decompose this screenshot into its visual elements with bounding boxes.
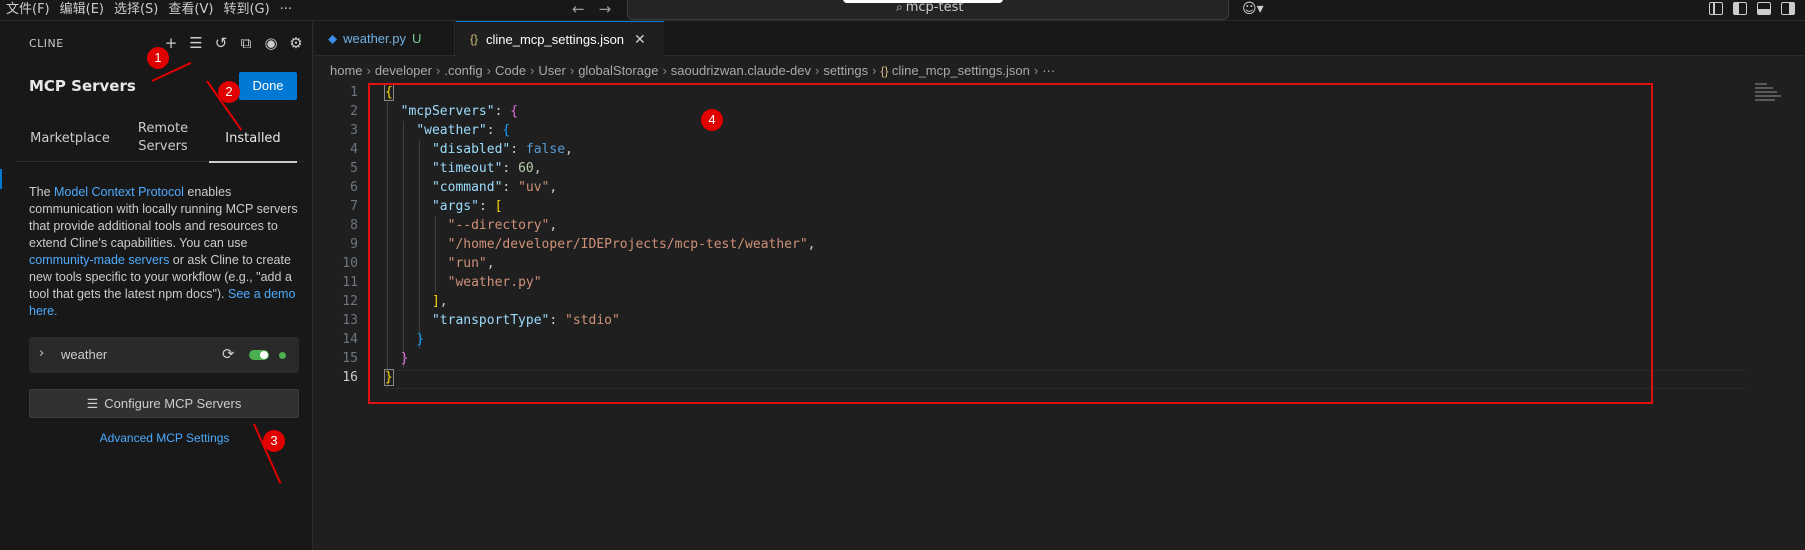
annotation-badge-4: 4 <box>701 109 723 131</box>
menu-go[interactable]: 转到(G) <box>221 0 277 20</box>
breadcrumb-item[interactable]: User <box>538 63 565 78</box>
json-file-icon: {} <box>880 64 892 78</box>
minimap[interactable] <box>1755 83 1785 113</box>
tab-weather-py[interactable]: ⬥ weather.py U <box>314 21 455 56</box>
untracked-badge: U <box>411 31 422 46</box>
close-tab-icon[interactable]: ✕ <box>634 31 646 48</box>
copilot-icon[interactable]: ☺▾ <box>1242 1 1264 17</box>
breadcrumb-more[interactable]: ··· <box>1042 63 1055 78</box>
breadcrumb-item[interactable]: cline_mcp_settings.json <box>892 63 1030 78</box>
account-icon[interactable]: ◉ <box>262 34 280 52</box>
customize-layout-icon[interactable] <box>1709 2 1723 15</box>
model-context-protocol-link[interactable]: Model Context Protocol <box>54 185 184 199</box>
community-servers-link[interactable]: community-made servers <box>29 253 169 267</box>
breadcrumb-item[interactable]: saoudrizwan.claude-dev <box>671 63 811 78</box>
tab-remote-servers[interactable]: Remote Servers <box>128 114 198 162</box>
breadcrumb-item[interactable]: home <box>330 63 363 78</box>
server-name: weather <box>61 347 108 362</box>
restart-server-icon[interactable]: ⟳ <box>222 345 235 363</box>
list-icon: ☰ <box>86 396 99 411</box>
breadcrumb-item[interactable]: settings <box>823 63 868 78</box>
breadcrumb-item[interactable]: .config <box>444 63 482 78</box>
breadcrumb: home › developer › .config › Code › User › globalS… <box>330 63 1056 78</box>
tab-cline-mcp-settings[interactable]: {} cline_mcp_settings.json ✕ <box>456 21 664 56</box>
menu-edit[interactable]: 编辑(E) <box>58 0 112 20</box>
menu-selection[interactable]: 选择(S) <box>112 0 166 20</box>
annotation-badge-1: 1 <box>147 47 169 69</box>
sidebar-title: CLINE <box>29 37 64 50</box>
mcp-tabs: Marketplace Remote Servers Installed <box>16 114 305 163</box>
page-title: MCP Servers <box>29 77 136 95</box>
python-file-icon: ⬥ <box>328 30 338 46</box>
configure-mcp-servers-button[interactable]: ☰ Configure MCP Servers <box>29 389 299 418</box>
back-arrow-icon[interactable]: ← <box>572 0 585 18</box>
command-center[interactable]: ⌕ mcp-test <box>627 0 1229 20</box>
command-center-label: ⌕ mcp-test <box>896 0 964 15</box>
breadcrumb-item[interactable]: globalStorage <box>578 63 658 78</box>
search-icon: ⌕ <box>896 0 903 14</box>
layout-controls <box>1709 2 1795 15</box>
toggle-panel-icon[interactable] <box>1757 2 1771 15</box>
forward-arrow-icon[interactable]: → <box>599 0 612 18</box>
done-button[interactable]: Done <box>239 72 297 100</box>
menu-view[interactable]: 查看(V) <box>166 0 221 20</box>
annotation-box <box>368 83 1653 404</box>
toggle-primary-sidebar-icon[interactable] <box>1733 2 1747 15</box>
server-status-dot <box>279 352 286 359</box>
sidebar-toolbar: + ☰ ↺ ⧉ ◉ ⚙ <box>162 34 305 52</box>
settings-gear-icon[interactable]: ⚙ <box>287 34 305 52</box>
menu-more[interactable]: ··· <box>278 0 300 20</box>
mcp-description: The Model Context Protocol enables commu… <box>29 185 298 318</box>
toggle-secondary-sidebar-icon[interactable] <box>1781 2 1795 15</box>
title-bar: 文件(F) 编辑(E) 选择(S) 查看(V) 转到(G) ··· ← → ⌕ m… <box>0 0 1805 21</box>
server-row-weather[interactable]: › weather ⟳ <box>29 337 299 373</box>
history-icon[interactable]: ↺ <box>212 34 230 52</box>
editor-tab-bar: ⬥ weather.py U {} cline_mcp_settings.jso… <box>314 21 1805 56</box>
menu-file[interactable]: 文件(F) <box>4 0 58 20</box>
navigation-arrows: ← → <box>572 0 611 18</box>
activity-indicator <box>0 169 2 189</box>
mcp-servers-icon[interactable]: ☰ <box>187 34 205 52</box>
activity-bar <box>0 21 8 550</box>
breadcrumb-item[interactable]: developer <box>375 63 432 78</box>
json-file-icon: {} <box>470 32 479 46</box>
breadcrumb-item[interactable]: Code <box>495 63 526 78</box>
chevron-right-icon[interactable]: › <box>39 346 44 361</box>
popout-icon[interactable]: ⧉ <box>237 34 255 52</box>
cline-sidebar: CLINE + ☰ ↺ ⧉ ◉ ⚙ MCP Servers Done Marke… <box>8 21 313 550</box>
menu-bar: 文件(F) 编辑(E) 选择(S) 查看(V) 转到(G) ··· <box>4 0 300 20</box>
server-enabled-toggle[interactable] <box>249 350 269 360</box>
tab-marketplace[interactable]: Marketplace <box>30 114 110 162</box>
tab-installed[interactable]: Installed <box>209 114 297 163</box>
